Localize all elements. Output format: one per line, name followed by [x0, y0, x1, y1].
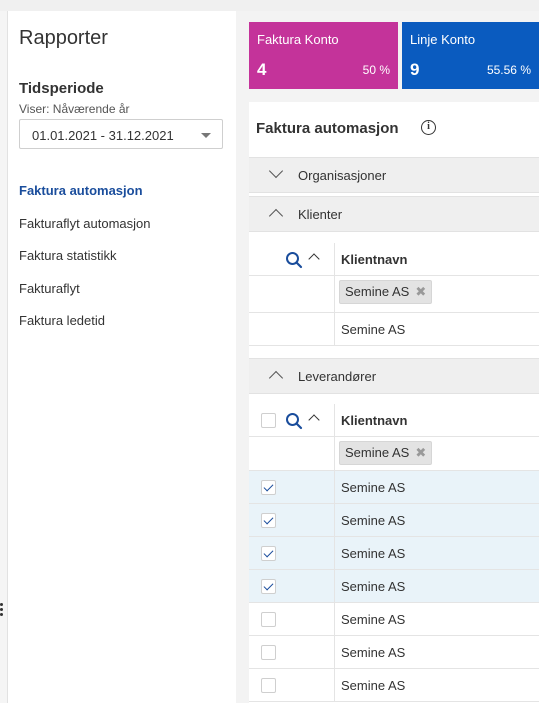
sidebar: Rapporter Tidsperiode Viser: Nåværende å… — [8, 11, 236, 703]
row-checkbox[interactable] — [261, 546, 276, 561]
top-strip — [0, 0, 539, 11]
cell-klientnavn: Semine AS — [341, 579, 406, 594]
row-checkbox[interactable] — [261, 678, 276, 693]
kpi-percent: 55.56 % — [486, 63, 531, 77]
row-checkbox[interactable] — [261, 645, 276, 660]
sort-up-icon[interactable] — [308, 253, 320, 265]
table-row[interactable]: Semine AS — [249, 636, 539, 669]
table-row[interactable]: Semine AS — [249, 669, 539, 702]
left-rail — [0, 11, 8, 703]
section-label: Organisasjoner — [298, 168, 387, 183]
table-row[interactable]: Semine AS — [249, 537, 539, 570]
section-label: Klienter — [298, 207, 343, 222]
kpi-card-faktura-konto[interactable]: Faktura Konto 4 50 % — [249, 22, 398, 89]
table-row[interactable]: Semine AS — [249, 603, 539, 636]
caret-down-icon — [201, 133, 211, 138]
cell-klientnavn: Semine AS — [341, 513, 406, 528]
filter-chip[interactable]: Semine AS ✖ — [339, 441, 433, 465]
sidebar-title: Rapporter — [19, 27, 108, 49]
row-checkbox[interactable] — [261, 612, 276, 627]
cell-klientnavn: Semine AS — [341, 678, 406, 693]
column-header-klientnavn[interactable]: Klientnavn — [341, 252, 407, 267]
search-icon[interactable] — [285, 412, 303, 430]
cell-klientnavn: Semine AS — [341, 546, 406, 561]
select-all-checkbox[interactable] — [261, 413, 276, 428]
period-label: Tidsperiode — [19, 80, 104, 97]
chevron-up-icon — [268, 208, 284, 224]
table-row[interactable]: Semine AS — [249, 570, 539, 603]
kpi-label: Faktura Konto — [257, 32, 339, 47]
report-panel: Faktura automasjon i Organisasjoner Klie… — [249, 102, 539, 703]
period-select-value: 01.01.2021 - 31.12.2021 — [32, 128, 174, 143]
section-organisasjoner[interactable]: Organisasjoner — [249, 157, 539, 193]
cell-klientnavn: Semine AS — [341, 480, 406, 495]
filter-chip-label: Semine AS — [345, 445, 410, 460]
table-row[interactable]: Semine AS — [249, 471, 539, 504]
kpi-card-linje-konto[interactable]: Linje Konto 9 55.56 % — [402, 22, 539, 89]
kpi-value: 9 — [410, 60, 420, 79]
sidebar-item-faktura-automasjon[interactable]: Faktura automasjon — [19, 183, 151, 216]
main-content: Faktura Konto 4 50 % Linje Konto 9 55.56… — [249, 22, 539, 703]
drag-handle-icon[interactable] — [0, 603, 3, 618]
column-header-klientnavn[interactable]: Klientnavn — [341, 413, 407, 428]
table-row[interactable]: Semine AS — [249, 504, 539, 537]
chevron-down-icon — [268, 163, 284, 179]
close-icon[interactable]: ✖ — [415, 281, 426, 303]
panel-title: Faktura automasjon — [256, 120, 399, 137]
cell-klientnavn: Semine AS — [341, 612, 406, 627]
sidebar-item-faktura-statistikk[interactable]: Faktura statistikk — [19, 248, 151, 281]
chevron-up-icon — [268, 370, 284, 386]
period-select[interactable]: 01.01.2021 - 31.12.2021 — [19, 119, 223, 149]
sidebar-item-fakturaflyt-automasjon[interactable]: Fakturaflyt automasjon — [19, 216, 151, 249]
filter-chip-label: Semine AS — [345, 284, 410, 299]
cell-klientnavn: Semine AS — [341, 322, 406, 337]
kpi-percent: 50 % — [362, 63, 390, 77]
sort-up-icon[interactable] — [308, 414, 320, 426]
period-subtitle: Viser: Nåværende år — [19, 102, 130, 116]
sidebar-nav: Faktura automasjon Fakturaflyt automasjo… — [19, 183, 151, 346]
close-icon[interactable]: ✖ — [415, 442, 426, 464]
table-header-row: Klientnavn — [249, 243, 539, 276]
table-header-row: Klientnavn — [249, 404, 539, 437]
sidebar-item-faktura-ledetid[interactable]: Faktura ledetid — [19, 313, 151, 346]
section-leverandorer[interactable]: Leverandører — [249, 358, 539, 394]
section-klienter[interactable]: Klienter — [249, 196, 539, 232]
filter-row: Semine AS ✖ — [249, 437, 539, 471]
sidebar-item-fakturaflyt[interactable]: Fakturaflyt — [19, 281, 151, 314]
table-row[interactable]: Semine AS — [249, 313, 539, 346]
kpi-label: Linje Konto — [410, 32, 476, 47]
filter-chip[interactable]: Semine AS ✖ — [339, 280, 433, 304]
cell-klientnavn: Semine AS — [341, 645, 406, 660]
info-icon[interactable]: i — [421, 120, 436, 135]
kpi-value: 4 — [257, 60, 267, 79]
row-checkbox[interactable] — [261, 579, 276, 594]
row-checkbox[interactable] — [261, 480, 276, 495]
section-label: Leverandører — [298, 369, 377, 384]
search-icon[interactable] — [285, 251, 303, 269]
filter-row: Semine AS ✖ — [249, 276, 539, 313]
row-checkbox[interactable] — [261, 513, 276, 528]
